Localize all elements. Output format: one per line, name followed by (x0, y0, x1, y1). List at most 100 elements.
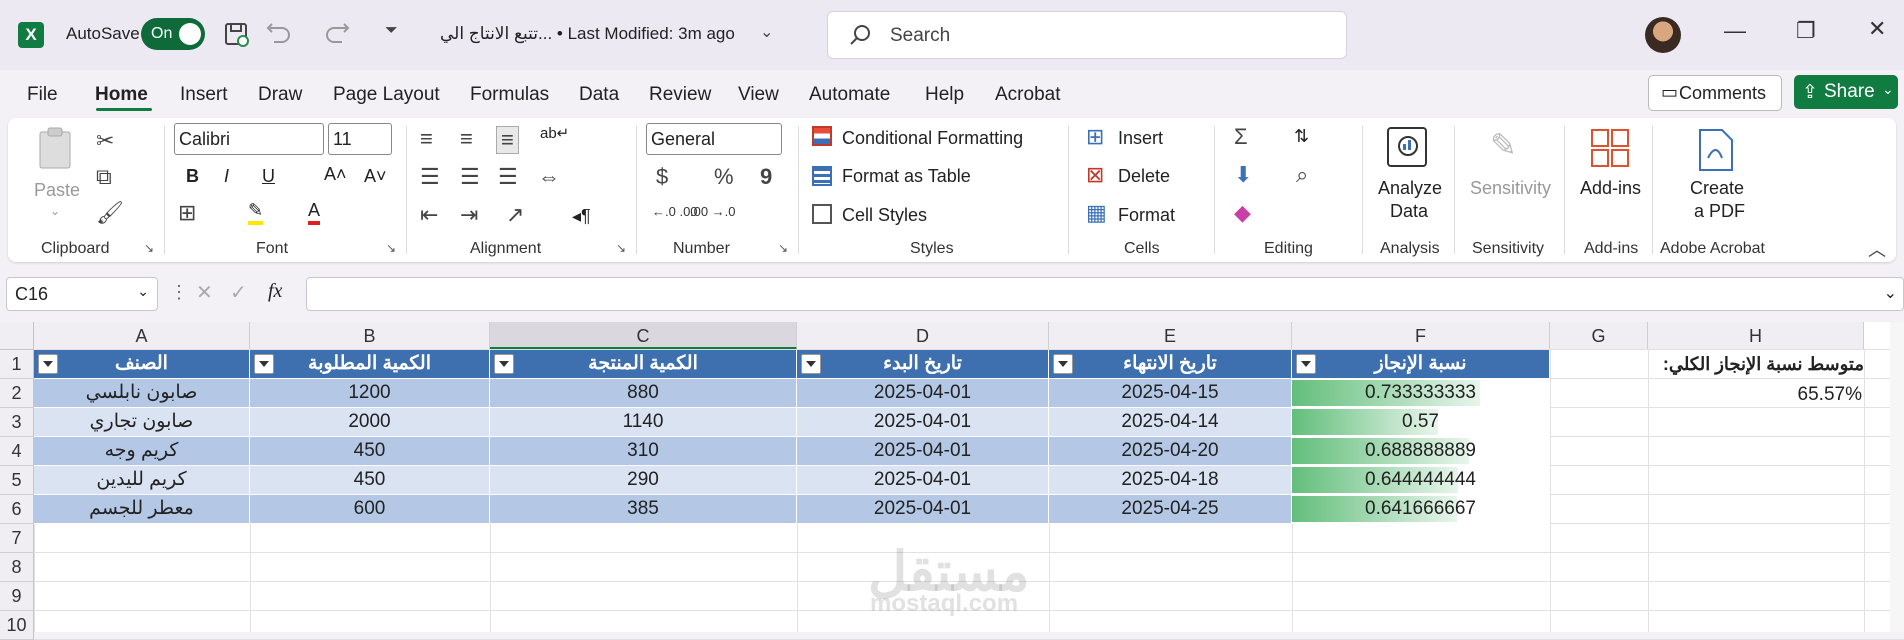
column-header-a[interactable]: A (34, 322, 250, 350)
table-cell[interactable]: 0.57 (1292, 408, 1550, 437)
table-cell[interactable]: 1200 (250, 379, 490, 408)
table-cell[interactable]: 2000 (250, 408, 490, 437)
format-as-table-button[interactable]: Format as Table (842, 166, 971, 187)
summary-value[interactable]: 65.57% (1648, 384, 1862, 406)
table-cell[interactable]: 2025-04-01 (797, 466, 1049, 495)
table-cell[interactable]: كريم لليدين (34, 466, 250, 495)
underline-icon[interactable]: U (262, 166, 275, 187)
row-header-10[interactable]: 10 (0, 611, 34, 640)
filter-dropdown-icon[interactable] (38, 354, 58, 374)
column-header-e[interactable]: E (1049, 322, 1292, 350)
row-header-6[interactable]: 6 (0, 495, 34, 524)
row-header-9[interactable]: 9 (0, 582, 34, 611)
menu-insert[interactable]: Insert (180, 84, 228, 106)
conditional-formatting-button[interactable]: Conditional Formatting (842, 128, 1023, 149)
filter-dropdown-icon[interactable] (494, 354, 514, 374)
row-header-3[interactable]: 3 (0, 408, 34, 437)
chevron-down-icon[interactable]: ⌄ (50, 204, 60, 218)
menu-draw[interactable]: Draw (258, 84, 302, 106)
table-header-cell[interactable]: الكمية المنتجة (490, 350, 797, 379)
table-cell[interactable]: 880 (490, 379, 797, 408)
cut-icon[interactable]: ✂ (96, 128, 114, 154)
dialog-launcher-icon[interactable]: ↘ (616, 241, 626, 255)
find-select-icon[interactable]: ⌕ (1296, 162, 1308, 188)
row-header-2[interactable]: 2 (0, 379, 34, 408)
chevron-down-icon[interactable]: ⌄ (760, 22, 773, 42)
menu-review[interactable]: Review (649, 84, 711, 106)
row-header-8[interactable]: 8 (0, 553, 34, 582)
font-name-select[interactable]: Calibri (174, 123, 324, 155)
create-pdf-label-2[interactable]: a PDF (1694, 201, 1745, 222)
align-right-icon[interactable]: ☰ (498, 164, 518, 190)
column-header-d[interactable]: D (797, 322, 1049, 350)
table-cell[interactable]: 2025-04-01 (797, 379, 1049, 408)
align-bottom-icon[interactable]: ≡ (496, 126, 519, 154)
menu-home[interactable]: Home (95, 84, 148, 106)
table-cell[interactable]: 0.641666667 (1292, 495, 1550, 524)
filter-dropdown-icon[interactable] (1296, 354, 1316, 374)
search-box[interactable]: Search (827, 11, 1347, 59)
insert-cells-button[interactable]: Insert (1118, 128, 1163, 149)
autosum-icon[interactable]: Σ (1234, 124, 1248, 150)
minimize-icon[interactable]: — (1724, 18, 1746, 44)
font-color-icon[interactable]: A (308, 200, 321, 225)
filter-dropdown-icon[interactable] (801, 354, 821, 374)
paste-icon[interactable] (36, 126, 76, 172)
increase-font-icon[interactable]: A˄ (324, 164, 347, 185)
format-cells-button[interactable]: Format (1118, 205, 1175, 226)
table-cell[interactable]: 2025-04-15 (1049, 379, 1292, 408)
decrease-decimal-icon[interactable]: .00 →.0 (690, 204, 736, 219)
add-ins-icon[interactable] (1590, 128, 1632, 170)
dialog-launcher-icon[interactable]: ↘ (144, 241, 154, 255)
menu-data[interactable]: Data (579, 84, 619, 106)
menu-acrobat[interactable]: Acrobat (995, 84, 1060, 106)
table-cell[interactable]: 2025-04-14 (1049, 408, 1292, 437)
clear-icon[interactable]: ◆ (1234, 200, 1251, 226)
table-cell[interactable]: 2025-04-18 (1049, 466, 1292, 495)
formula-input[interactable]: ⌄ (306, 277, 1904, 311)
menu-page-layout[interactable]: Page Layout (333, 84, 440, 106)
summary-label[interactable]: متوسط نسبة الإنجاز الكلي: (1658, 354, 1864, 375)
autosave-toggle[interactable]: On (141, 18, 205, 50)
column-header-f[interactable]: F (1292, 322, 1550, 350)
decrease-indent-icon[interactable]: ⇤ (420, 202, 438, 228)
menu-file[interactable]: File (27, 84, 58, 106)
row-header-1[interactable]: 1 (0, 350, 34, 379)
analyze-data-label-2[interactable]: Data (1390, 201, 1428, 222)
row-header-7[interactable]: 7 (0, 524, 34, 553)
italic-icon[interactable]: I (224, 166, 229, 187)
table-cell[interactable]: 0.733333333 (1292, 379, 1550, 408)
align-center-icon[interactable]: ☰ (460, 164, 480, 190)
row-header-4[interactable]: 4 (0, 437, 34, 466)
column-header-h[interactable]: H (1648, 322, 1864, 350)
table-cell[interactable]: كريم وجه (34, 437, 250, 466)
table-cell[interactable]: 310 (490, 437, 797, 466)
analyze-data-label-1[interactable]: Analyze (1378, 178, 1442, 199)
comma-style-icon[interactable]: 9 (760, 164, 772, 190)
table-header-cell[interactable]: نسبة الإنجاز (1292, 350, 1550, 379)
copy-icon[interactable]: ⧉ (96, 164, 112, 190)
fill-color-icon[interactable]: ✎ (248, 200, 264, 225)
wrap-text-icon[interactable]: ab↵ (540, 124, 569, 142)
insert-function-icon[interactable]: fx (268, 280, 282, 303)
more-icon[interactable]: ⋮ (170, 282, 188, 303)
paste-label[interactable]: Paste (34, 180, 80, 201)
sensitivity-button[interactable]: Sensitivity (1470, 178, 1551, 199)
table-cell[interactable]: 1140 (490, 408, 797, 437)
merge-center-icon[interactable]: ⇔ (538, 164, 560, 190)
create-pdf-icon[interactable] (1696, 128, 1736, 172)
table-header-cell[interactable]: تاريخ الانتهاء (1049, 350, 1292, 379)
table-cell[interactable]: 290 (490, 466, 797, 495)
currency-icon[interactable]: $ (656, 164, 668, 190)
table-cell[interactable]: صابون نابلسي (34, 379, 250, 408)
fill-icon[interactable]: ⬇ (1234, 162, 1252, 188)
analyze-data-icon[interactable] (1386, 126, 1430, 170)
table-cell[interactable]: 0.688888889 (1292, 437, 1550, 466)
bold-icon[interactable]: B (186, 166, 199, 187)
document-title[interactable]: تتبع الانتاج الي... • Last Modified: 3m … (440, 24, 735, 44)
table-cell[interactable]: 2025-04-01 (797, 408, 1049, 437)
table-cell[interactable]: معطر للجسم (34, 495, 250, 524)
align-top-icon[interactable]: ≡ (420, 126, 433, 152)
align-left-icon[interactable]: ☰ (420, 164, 440, 190)
table-cell[interactable]: 450 (250, 437, 490, 466)
